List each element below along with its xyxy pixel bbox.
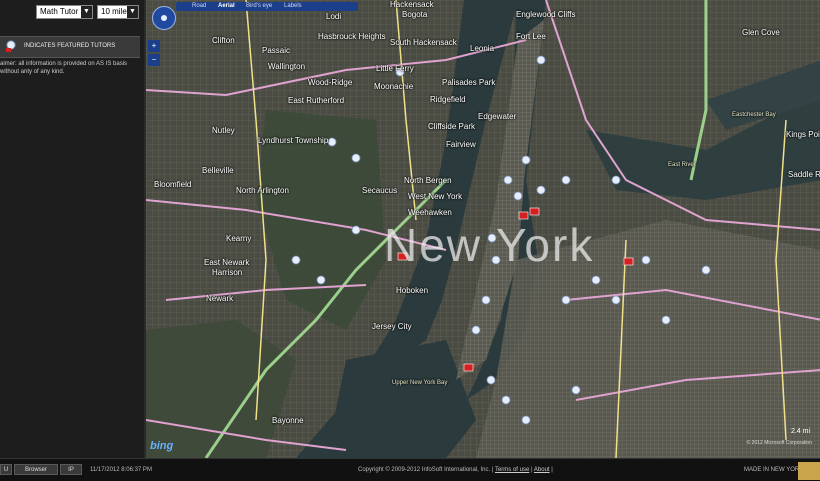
map-pan-control[interactable] [152,6,176,30]
distance-select[interactable]: 10 miles ▼ [97,5,139,19]
place-label: Kings Point [786,130,820,139]
place-label: Wood-Ridge [308,78,353,87]
place-label: Clifton [212,36,235,45]
zoom-out-icon[interactable]: − [148,54,160,66]
place-label: Wallington [268,62,306,71]
city-label: New York [384,219,595,271]
chevron-down-icon: ▼ [127,6,138,18]
disclaimer-text: aimer: all information is provided on AS… [0,61,128,75]
place-label: Lodi [326,12,342,21]
place-label: Newark [206,294,234,303]
zoom-in-icon[interactable]: + [148,40,160,52]
place-label: Edgewater [478,112,517,121]
water-label: Upper New York Bay [392,380,448,386]
made-in-text: MADE IN NEW YORK [744,467,804,473]
subject-select-value: Math Tutor [40,7,79,16]
place-label: Englewood Cliffs [516,10,576,19]
place-label: Lyndhurst Township [258,136,329,145]
map-type-road[interactable]: Road [192,3,206,9]
featured-tutor-icon [6,40,16,52]
place-label: Fort Lee [516,32,546,41]
map-copyright: © 2012 Microsoft Corporation [746,440,812,446]
browser-button[interactable]: Browser [14,464,58,475]
water-label: Eastchester Bay [732,112,776,118]
subject-select[interactable]: Math Tutor ▼ [36,5,93,19]
place-label: Hoboken [396,286,429,295]
map-type-birds-eye[interactable]: Bird's eye [246,3,272,9]
ip-button[interactable]: IP [60,464,82,475]
copyright-footer: Copyright © 2009-2012 InfoSoft Internati… [358,467,553,473]
sidebar-panel: Math Tutor ▼ 10 miles ▼ INDICATES FEATUR… [0,0,144,458]
separator: | [531,467,533,473]
map-type-aerial[interactable]: Aerial [218,3,235,9]
place-label: Fairview [446,140,476,149]
place-label: Palisades Park [442,78,496,87]
place-label: South Hackensack [390,38,457,47]
copyright-text: Copyright © 2009-2012 InfoSoft Internati… [358,467,494,473]
about-link[interactable]: About [534,467,550,473]
terms-link[interactable]: Terms of use [495,467,529,473]
place-label: North Arlington [236,186,289,195]
bing-logo: bing [150,440,174,452]
place-label: East Rutherford [288,96,345,105]
place-label: Cliffside Park [428,122,475,131]
place-label: Hasbrouck Heights [318,32,386,41]
user-button[interactable]: U [0,464,12,475]
map-labels-toggle[interactable]: Labels [284,3,302,9]
map-type-toolbar: Road Aerial Bird's eye Labels [176,2,358,11]
place-label: Passaic [262,46,291,55]
place-label: Bogota [402,10,428,19]
place-label: Bayonne [272,416,304,425]
place-label: Bloomfield [154,180,192,189]
separator: | [551,467,553,473]
featured-legend: INDICATES FEATURED TUTORS [0,36,140,58]
place-label: Leonia [470,44,495,53]
place-label: Harrison [212,268,243,277]
map-view[interactable]: + − Road Aerial Bird's eye Labels New Yo… [144,0,820,458]
place-label: Saddle Rock [788,170,820,179]
place-label: West New York [408,192,463,201]
datetime-text: 11/17/2012 8:06:37 PM [90,467,152,473]
place-label: Nutley [212,126,235,135]
featured-legend-label: INDICATES FEATURED TUTORS [24,43,116,49]
place-label: East Newark [204,258,250,267]
place-label: Secaucus [362,186,398,195]
place-label: Hackensack [390,0,434,9]
place-label: Jersey City [372,322,412,331]
place-label: Glen Cove [742,28,780,37]
place-label: Belleville [202,166,234,175]
status-bar: U Browser IP 11/17/2012 8:06:37 PM Copyr… [0,458,820,481]
place-label: Weehawken [408,208,452,217]
water-label: East River [668,162,696,168]
place-label: Moonachie [374,82,414,91]
chevron-down-icon: ▼ [81,6,92,18]
place-label: Ridgefield [430,95,466,104]
place-label: Kearny [226,234,252,243]
place-label: Little Ferry [376,64,414,73]
place-label: North Bergen [404,176,452,185]
flag-icon [798,462,820,480]
map-scale: 2.4 mi [790,428,810,435]
